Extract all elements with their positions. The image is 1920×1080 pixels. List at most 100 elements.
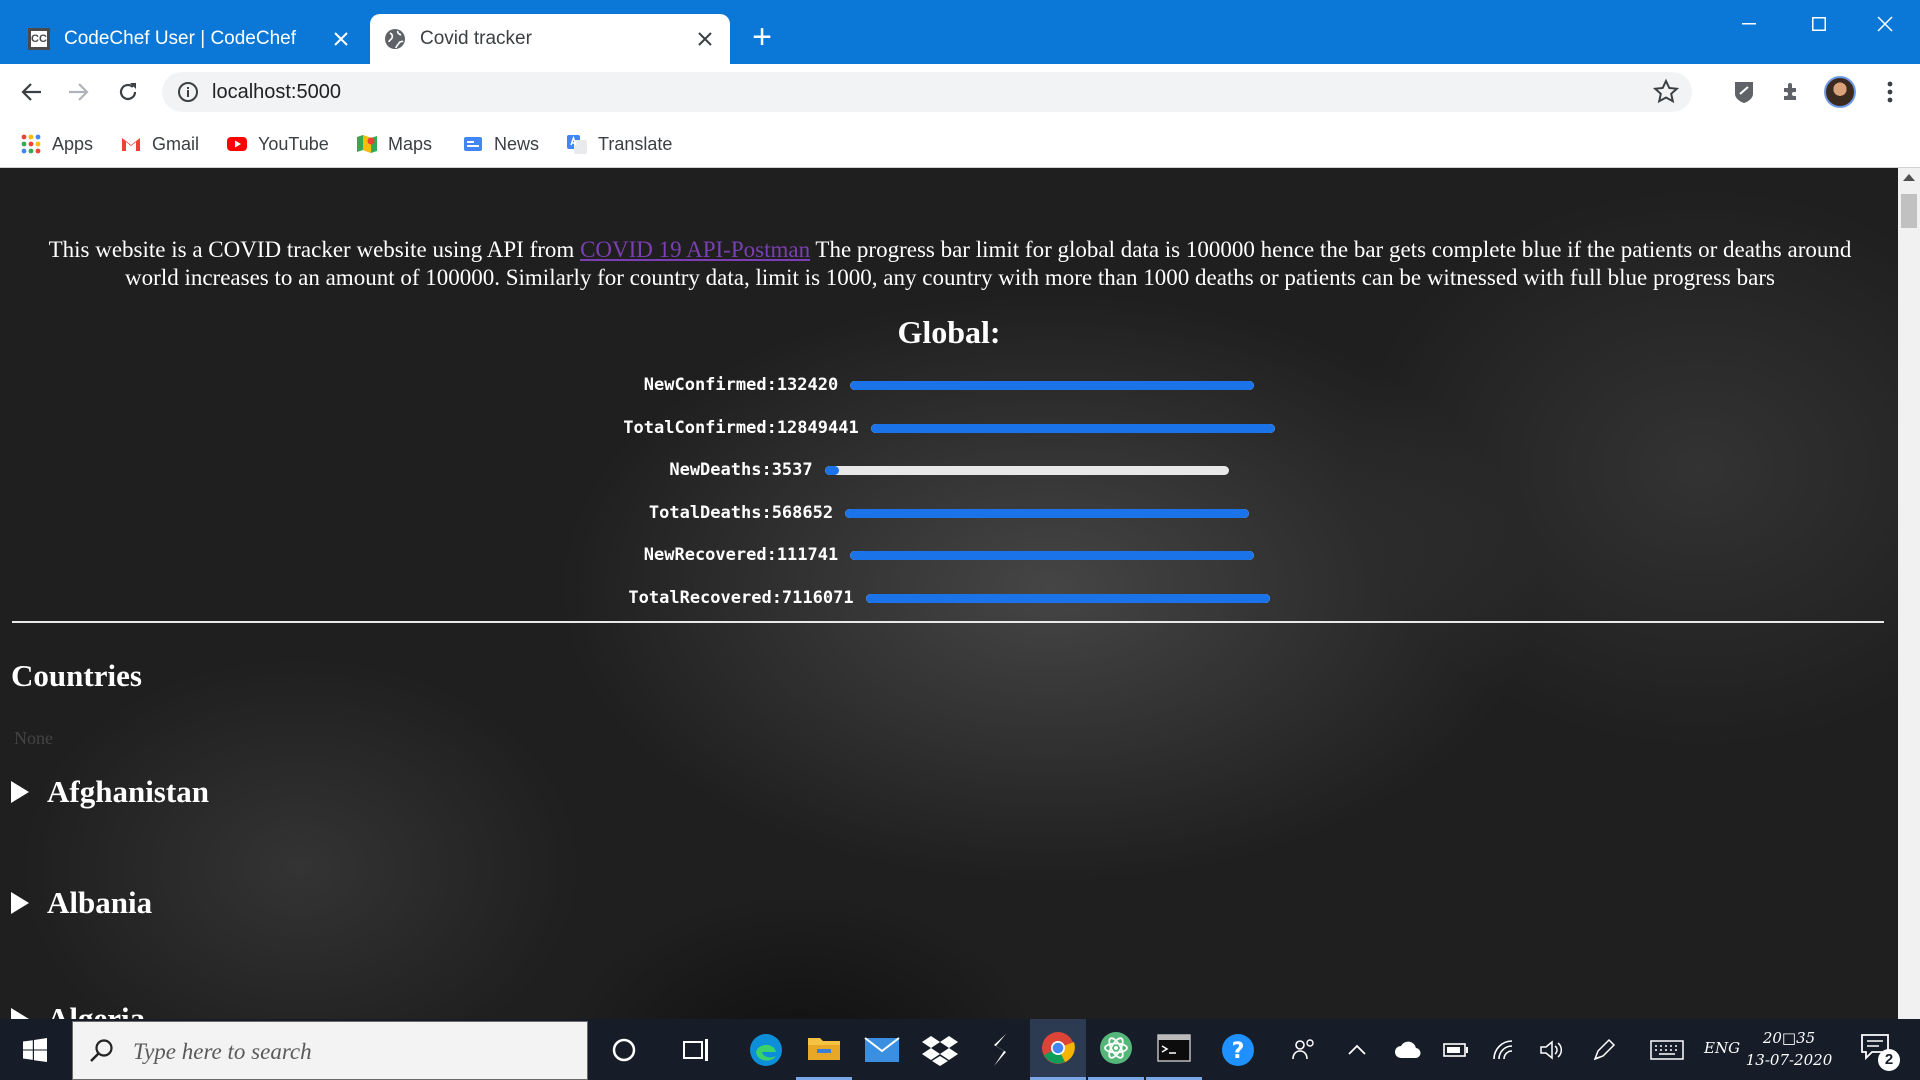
mail-icon[interactable] — [854, 1019, 910, 1080]
tab-covid-tracker[interactable]: Covid tracker — [370, 14, 730, 64]
url-text[interactable]: localhost:5000 — [212, 81, 341, 104]
countries-note: None — [14, 728, 53, 748]
notification-center-icon[interactable]: 2 — [1856, 1027, 1902, 1073]
global-stat-row: TotalConfirmed:12849441 — [0, 413, 1898, 443]
shield-extension-icon[interactable] — [1728, 76, 1760, 108]
maximize-icon[interactable] — [1796, 8, 1842, 40]
reload-icon[interactable] — [110, 74, 146, 110]
country-albania[interactable]: Albania — [11, 885, 152, 921]
address-bar[interactable]: localhost:5000 — [162, 72, 1692, 112]
api-link[interactable]: COVID 19 API-Postman — [580, 237, 810, 262]
gmail-icon — [122, 138, 140, 151]
page-scrollbar[interactable] — [1898, 168, 1920, 1019]
countries-heading: Countries — [11, 658, 142, 693]
progress-bar — [845, 508, 1250, 518]
system-clock[interactable]: 20□35 13-07-2020 — [1744, 1027, 1834, 1071]
news-icon — [464, 137, 482, 151]
close-icon[interactable] — [328, 26, 354, 52]
globe-icon — [385, 29, 405, 49]
windows-taskbar: Type here to search ? ENG 20□35 13-07-20… — [0, 1019, 1920, 1080]
battery-icon[interactable] — [1438, 1019, 1474, 1080]
bookmark-youtube[interactable]: YouTube — [226, 130, 329, 158]
bookmark-gmail[interactable]: Gmail — [120, 130, 199, 158]
task-view-icon[interactable] — [668, 1019, 724, 1080]
bookmark-apps[interactable]: Apps — [20, 130, 93, 158]
bookmark-label: Translate — [598, 133, 673, 154]
translate-icon — [567, 135, 587, 154]
cortana-icon[interactable] — [596, 1019, 652, 1080]
country-name: Algeria — [47, 1001, 146, 1019]
clock-date: 13-07-2020 — [1745, 1051, 1833, 1069]
pen-icon[interactable] — [1586, 1019, 1622, 1080]
dropbox-icon[interactable] — [912, 1019, 968, 1080]
progress-bar — [850, 380, 1255, 390]
disclosure-triangle-icon — [11, 1008, 29, 1019]
apps-grid-icon — [21, 134, 41, 154]
scroll-up-arrow-icon[interactable] — [1903, 174, 1915, 181]
bookmark-label: Gmail — [152, 133, 200, 154]
progress-fill — [850, 550, 1255, 560]
sublime-text-icon[interactable] — [972, 1019, 1028, 1080]
chrome-icon[interactable] — [1030, 1019, 1086, 1080]
youtube-icon — [227, 137, 247, 151]
bookmark-label: News — [494, 133, 540, 154]
search-icon — [90, 1039, 113, 1062]
progress-bar — [850, 550, 1255, 560]
back-icon[interactable] — [14, 74, 50, 110]
profile-avatar[interactable] — [1824, 76, 1856, 108]
terminal-icon[interactable] — [1146, 1019, 1202, 1080]
close-window-icon[interactable] — [1862, 8, 1908, 40]
browser-titlebar: CC CodeChef User | CodeChef Covid tracke… — [0, 0, 1920, 64]
tab-codechef[interactable]: CC CodeChef User | CodeChef — [16, 14, 366, 64]
country-name: Afghanistan — [47, 774, 209, 809]
new-tab-button[interactable]: + — [746, 20, 778, 54]
tab-title: Covid tracker — [420, 28, 532, 49]
volume-icon[interactable] — [1534, 1019, 1570, 1080]
progress-bar — [865, 593, 1270, 603]
clock-time: 20□35 — [1762, 1029, 1816, 1047]
extensions-puzzle-icon[interactable] — [1776, 76, 1808, 108]
progress-bar — [870, 423, 1275, 433]
bookmark-label: YouTube — [258, 133, 329, 154]
forward-icon[interactable] — [60, 74, 96, 110]
atom-icon[interactable] — [1088, 1019, 1144, 1080]
global-stat-row: NewDeaths:3537 — [0, 455, 1898, 485]
global-stat-row: NewRecovered:111741 — [0, 540, 1898, 570]
divider — [12, 621, 1884, 623]
menu-dots-icon[interactable] — [1874, 76, 1906, 108]
edge-icon[interactable] — [738, 1019, 794, 1080]
windows-start-icon[interactable] — [0, 1019, 70, 1080]
close-icon[interactable] — [692, 26, 718, 52]
info-icon[interactable] — [176, 80, 200, 104]
bookmark-news[interactable]: News — [462, 130, 539, 158]
progress-bar — [824, 465, 1229, 475]
keyboard-icon[interactable] — [1644, 1019, 1690, 1080]
stat-label: TotalRecovered:7116071 — [628, 588, 854, 608]
stat-label: TotalDeaths:568652 — [648, 503, 834, 523]
bookmark-translate[interactable]: Translate — [566, 130, 672, 158]
chevron-up-icon[interactable] — [1340, 1019, 1374, 1080]
minimize-icon[interactable] — [1726, 8, 1772, 40]
country-algeria[interactable]: Algeria — [11, 1001, 145, 1019]
bookmark-star-icon[interactable] — [1652, 78, 1680, 106]
intro-text: This website is a COVID tracker website … — [48, 237, 1852, 290]
codechef-icon: CC — [28, 28, 50, 50]
people-icon[interactable] — [1286, 1019, 1322, 1080]
stat-label: NewConfirmed:132420 — [643, 375, 839, 395]
browser-toolbar: localhost:5000 — [0, 64, 1920, 120]
global-heading: Global: — [897, 314, 1001, 350]
bookmark-maps[interactable]: Maps — [356, 130, 432, 158]
tab-title: CodeChef User | CodeChef — [64, 28, 296, 49]
language-indicator[interactable]: ENG — [1704, 1039, 1740, 1057]
maps-icon — [357, 135, 377, 153]
onedrive-cloud-icon[interactable] — [1390, 1019, 1426, 1080]
global-stat-row: TotalDeaths:568652 — [0, 498, 1898, 528]
disclosure-triangle-icon — [11, 892, 29, 914]
country-afghanistan[interactable]: Afghanistan — [11, 774, 209, 810]
taskbar-search-input[interactable]: Type here to search — [72, 1021, 588, 1080]
stat-label: NewDeaths:3537 — [669, 460, 813, 480]
wifi-icon[interactable] — [1486, 1019, 1522, 1080]
scroll-thumb[interactable] — [1901, 194, 1917, 228]
file-explorer-icon[interactable] — [796, 1019, 852, 1080]
help-icon[interactable]: ? — [1210, 1019, 1266, 1080]
